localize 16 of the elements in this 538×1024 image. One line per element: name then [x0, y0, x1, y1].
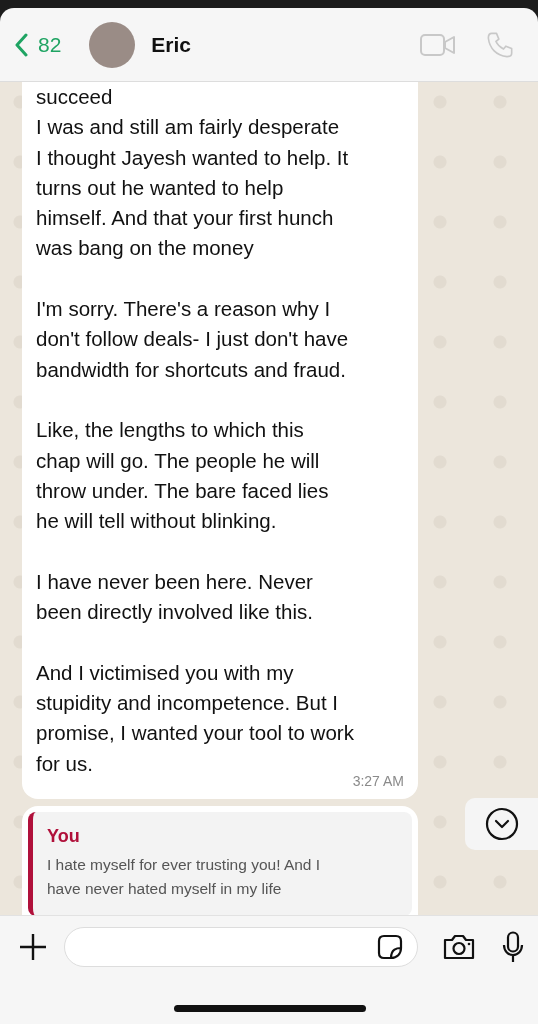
- message-input-field[interactable]: [64, 927, 418, 967]
- scroll-down-button[interactable]: [465, 798, 538, 850]
- quote-text: I hate myself for ever trusting you! And I have never hated myself in my life: [47, 854, 322, 899]
- microphone-icon[interactable]: [502, 931, 524, 963]
- message-paragraph: succeed I was and still am fairly desperate I thought Jayesh wanted to help. It turns out he wanted to help himself. And that your first hunch was bang on the money: [36, 84, 350, 262]
- chevron-down-circle-icon: [484, 807, 519, 841]
- chevron-left-icon: [14, 32, 28, 57]
- contact-name[interactable]: Eric: [151, 32, 420, 57]
- plus-icon[interactable]: [18, 932, 48, 962]
- message-paragraph: Like, the lengths to which this chap will go. The people he will throw under. The bare faced lies he will tell without blinking.: [36, 417, 330, 535]
- quote-author: You: [47, 825, 81, 847]
- message-paragraph: I'm sorry. There's a reason why I don't follow deals- I just don't have bandwidth for shortcuts and fraud.: [36, 296, 350, 383]
- message-paragraph: I have never been here. Never been directly involved like this.: [36, 568, 314, 626]
- sticker-icon[interactable]: [377, 934, 403, 960]
- camera-icon[interactable]: [442, 933, 476, 961]
- quoted-message[interactable]: You I hate myself for ever trusting you! And I have never hated myself in my life: [28, 811, 412, 915]
